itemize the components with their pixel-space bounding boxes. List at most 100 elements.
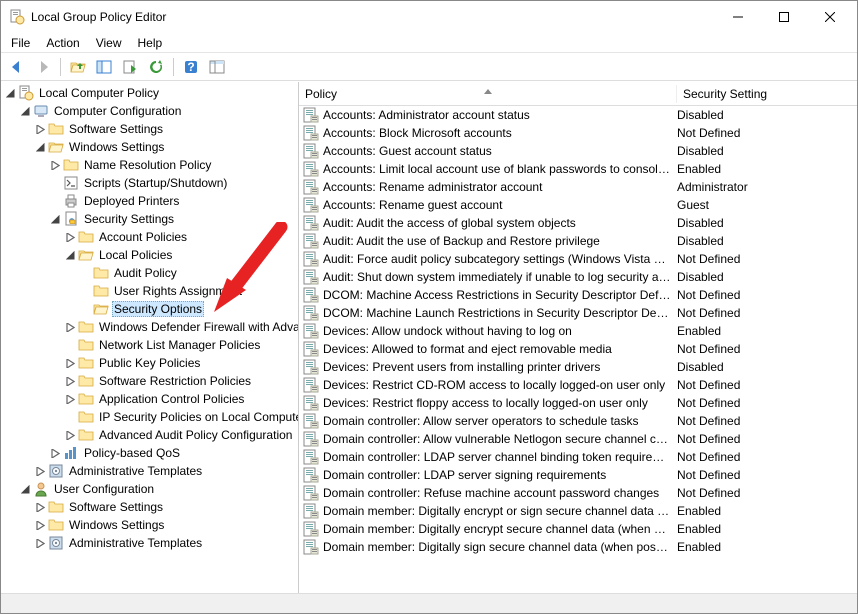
expand-icon[interactable] (48, 212, 62, 226)
menu-view[interactable]: View (88, 34, 130, 52)
policy-row[interactable]: Domain controller: Allow vulnerable Netl… (299, 430, 857, 448)
tree-admin-templates[interactable]: Administrative Templates (67, 464, 204, 478)
policy-row[interactable]: Accounts: Limit local account use of bla… (299, 160, 857, 178)
tree-name-res[interactable]: Name Resolution Policy (82, 158, 213, 172)
policy-row[interactable]: Audit: Audit the use of Backup and Resto… (299, 232, 857, 250)
tree-pkp[interactable]: Public Key Policies (97, 356, 202, 370)
expand-icon[interactable] (3, 86, 17, 100)
tree-scripts[interactable]: Scripts (Startup/Shutdown) (82, 176, 229, 190)
policy-row[interactable]: Domain controller: Allow server operator… (299, 412, 857, 430)
tree-security-settings[interactable]: Security Settings (82, 212, 176, 226)
show-hide-tree-button[interactable] (92, 56, 116, 78)
policy-row[interactable]: Accounts: Rename guest accountGuest (299, 196, 857, 214)
expand-icon[interactable] (63, 356, 77, 370)
policy-row[interactable]: Accounts: Guest account statusDisabled (299, 142, 857, 160)
tree-software-settings[interactable]: Software Settings (67, 122, 165, 136)
tree-computer-config[interactable]: Computer Configuration (52, 104, 183, 118)
policy-value: Disabled (677, 234, 724, 248)
policy-row[interactable]: Domain controller: Refuse machine accoun… (299, 484, 857, 502)
policy-row[interactable]: Domain controller: LDAP server signing r… (299, 466, 857, 484)
policy-row[interactable]: DCOM: Machine Launch Restrictions in Sec… (299, 304, 857, 322)
column-header: Policy Security Setting (299, 82, 857, 106)
policy-row[interactable]: Accounts: Administrator account statusDi… (299, 106, 857, 124)
policy-row[interactable]: Accounts: Block Microsoft accountsNot De… (299, 124, 857, 142)
refresh-button[interactable] (144, 56, 168, 78)
expand-icon[interactable] (63, 374, 77, 388)
tree-nlm[interactable]: Network List Manager Policies (97, 338, 262, 352)
policy-row[interactable]: Audit: Shut down system immediately if u… (299, 268, 857, 286)
tree-windows-settings[interactable]: Windows Settings (67, 140, 166, 154)
up-button[interactable] (66, 56, 90, 78)
policy-row[interactable]: Audit: Audit the access of global system… (299, 214, 857, 232)
policy-value: Not Defined (677, 468, 740, 482)
tree-wdfw[interactable]: Windows Defender Firewall with Advanced … (97, 320, 299, 334)
expand-icon[interactable] (48, 158, 62, 172)
expand-icon[interactable] (33, 140, 47, 154)
expand-icon[interactable] (63, 230, 77, 244)
minimize-button[interactable] (715, 1, 761, 33)
tree-u-admin[interactable]: Administrative Templates (67, 536, 204, 550)
expand-icon[interactable] (63, 320, 77, 334)
tree-audit-policy[interactable]: Audit Policy (112, 266, 179, 280)
tree-user-rights[interactable]: User Rights Assignment (112, 284, 244, 298)
policy-row[interactable]: Domain controller: LDAP server channel b… (299, 448, 857, 466)
main-split: Local Computer Policy Computer Configura… (1, 81, 857, 593)
tree-account-policies[interactable]: Account Policies (97, 230, 189, 244)
tree-ipsec[interactable]: IP Security Policies on Local Computer (97, 410, 299, 424)
policy-row[interactable]: Devices: Prevent users from installing p… (299, 358, 857, 376)
policy-row[interactable]: DCOM: Machine Access Restrictions in Sec… (299, 286, 857, 304)
tree-root[interactable]: Local Computer Policy (37, 86, 161, 100)
expand-icon[interactable] (48, 446, 62, 460)
close-button[interactable] (807, 1, 853, 33)
policy-row[interactable]: Devices: Restrict floppy access to local… (299, 394, 857, 412)
policy-row[interactable]: Devices: Allowed to format and eject rem… (299, 340, 857, 358)
policy-row[interactable]: Audit: Force audit policy subcategory se… (299, 250, 857, 268)
expand-icon[interactable] (33, 122, 47, 136)
maximize-button[interactable] (761, 1, 807, 33)
tree-u-windows[interactable]: Windows Settings (67, 518, 166, 532)
forward-button[interactable] (31, 56, 55, 78)
menu-file[interactable]: File (3, 34, 38, 52)
policy-list[interactable]: Accounts: Administrator account statusDi… (299, 106, 857, 593)
tree-acp[interactable]: Application Control Policies (97, 392, 246, 406)
tree-srp[interactable]: Software Restriction Policies (97, 374, 253, 388)
tree-deployed-printers[interactable]: Deployed Printers (82, 194, 181, 208)
menu-action[interactable]: Action (38, 34, 87, 52)
folder-icon (78, 337, 94, 353)
policy-row[interactable]: Domain member: Digitally sign secure cha… (299, 538, 857, 556)
filter-button[interactable] (205, 56, 229, 78)
policy-name: Devices: Prevent users from installing p… (323, 360, 677, 374)
expand-icon[interactable] (18, 482, 32, 496)
expand-icon[interactable] (33, 500, 47, 514)
tree-aap[interactable]: Advanced Audit Policy Configuration (97, 428, 294, 442)
tree-pqos[interactable]: Policy-based QoS (82, 446, 182, 460)
expand-icon[interactable] (18, 104, 32, 118)
policy-icon (303, 467, 319, 483)
column-policy[interactable]: Policy (299, 85, 677, 103)
expand-icon[interactable] (33, 518, 47, 532)
policy-row[interactable]: Domain member: Digitally encrypt secure … (299, 520, 857, 538)
admin-templates-icon (48, 463, 64, 479)
tree-pane[interactable]: Local Computer Policy Computer Configura… (1, 82, 299, 593)
policy-row[interactable]: Domain member: Digitally encrypt or sign… (299, 502, 857, 520)
toolbar: ? (1, 53, 857, 81)
menu-help[interactable]: Help (130, 34, 171, 52)
column-setting[interactable]: Security Setting (677, 85, 857, 103)
expand-icon[interactable] (33, 536, 47, 550)
policy-row[interactable]: Devices: Restrict CD-ROM access to local… (299, 376, 857, 394)
tree-user-config[interactable]: User Configuration (52, 482, 156, 496)
policy-name: Domain controller: LDAP server signing r… (323, 468, 677, 482)
tree-security-options[interactable]: Security Options (112, 301, 204, 317)
policy-row[interactable]: Devices: Allow undock without having to … (299, 322, 857, 340)
policy-icon (303, 431, 319, 447)
expand-icon[interactable] (33, 464, 47, 478)
expand-icon[interactable] (63, 248, 77, 262)
expand-icon[interactable] (63, 428, 77, 442)
help-button[interactable]: ? (179, 56, 203, 78)
tree-local-policies[interactable]: Local Policies (97, 248, 174, 262)
export-button[interactable] (118, 56, 142, 78)
expand-icon[interactable] (63, 392, 77, 406)
tree-u-software[interactable]: Software Settings (67, 500, 165, 514)
back-button[interactable] (5, 56, 29, 78)
policy-row[interactable]: Accounts: Rename administrator accountAd… (299, 178, 857, 196)
